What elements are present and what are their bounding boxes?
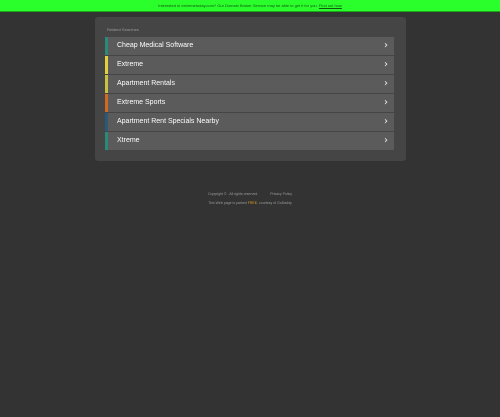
search-list: Cheap Medical Software › Extreme › Apart… (105, 37, 394, 151)
chevron-right-icon: › (384, 40, 388, 51)
chevron-right-icon: › (384, 78, 388, 89)
chevron-right-icon: › (384, 59, 388, 70)
search-item-label: Extreme Sports (117, 99, 166, 106)
search-item-label: Apartment Rent Specials Nearby (117, 118, 219, 125)
panel-heading: Related Searches (107, 27, 139, 32)
search-item-label: Extreme (117, 61, 144, 68)
search-item-label: Cheap Medical Software (117, 42, 194, 49)
chevron-right-icon: › (384, 135, 388, 146)
search-item-label: Apartment Rentals (117, 80, 175, 87)
search-item-apartment-rentals[interactable]: Apartment Rentals › (105, 75, 394, 93)
parking-notice: This Web page is parked FREE, courtesy o… (0, 201, 500, 205)
search-item-xtreme[interactable]: Xtreme › (105, 132, 394, 150)
notice-suffix: , courtesy of GoDaddy (257, 201, 292, 205)
chevron-right-icon: › (384, 116, 388, 127)
search-item-extreme-sports[interactable]: Extreme Sports › (105, 94, 394, 112)
privacy-policy-link[interactable]: Privacy Policy (270, 192, 292, 196)
free-link[interactable]: FREE (248, 201, 257, 205)
banner-message: Interested in extremetoday.com? Our Doma… (158, 3, 318, 8)
related-searches-panel: Related Searches Cheap Medical Software … (95, 17, 406, 161)
domain-broker-banner: Interested in extremetoday.com? Our Doma… (0, 0, 500, 12)
search-item-label: Xtreme (117, 137, 140, 144)
search-item-extreme[interactable]: Extreme › (105, 56, 394, 74)
banner-link[interactable]: Find out how (319, 3, 342, 8)
chevron-right-icon: › (384, 97, 388, 108)
notice-prefix: This Web page is parked (208, 201, 247, 205)
search-item-cheap-medical-software[interactable]: Cheap Medical Software › (105, 37, 394, 55)
footer-links: Copyright © . All rights reserved. Priva… (0, 192, 500, 196)
copyright-text: Copyright © . All rights reserved. (207, 192, 259, 196)
search-item-apartment-rent-specials[interactable]: Apartment Rent Specials Nearby › (105, 113, 394, 131)
